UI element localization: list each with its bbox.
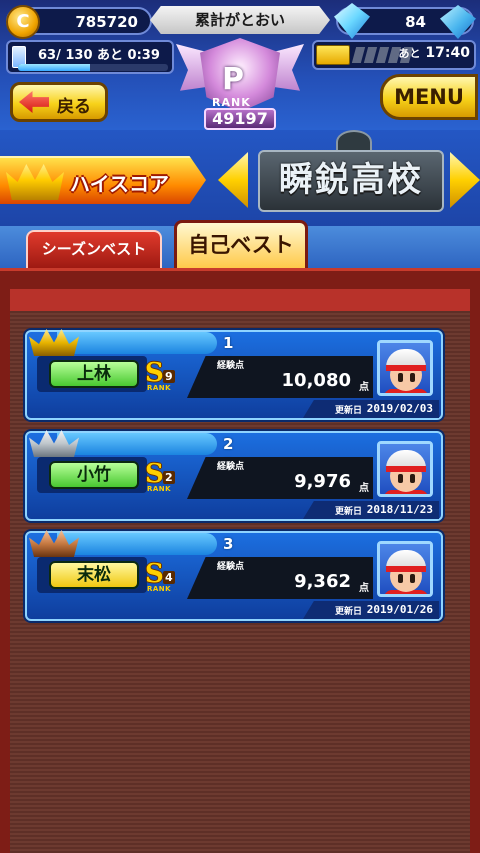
rank-sub-number: 4: [163, 571, 175, 584]
experience-value: 9,976: [294, 471, 351, 492]
updated-date: 2019/01/26: [366, 603, 433, 616]
ticket-timer-prefix: あと: [398, 47, 421, 60]
experience-box: 経験点 10,080 点: [187, 356, 373, 398]
player-name: 小竹: [49, 461, 139, 489]
crown-icon: [6, 164, 64, 200]
stamina-meter: 63/ 130 あと 0:39: [6, 40, 174, 74]
player-avatar: [377, 541, 433, 597]
avatar-cap-brim: [386, 466, 426, 472]
avatar-cap-brim: [386, 365, 426, 371]
gem-counter[interactable]: 84: [334, 3, 476, 39]
ticket-gauge-segment: [351, 47, 366, 63]
avatar-eye: [410, 373, 415, 382]
rank-s-icon: S: [145, 459, 164, 489]
rank-sub-number: 2: [163, 471, 175, 484]
player-name: 上林: [49, 360, 139, 388]
place-number: 2: [223, 435, 234, 453]
updated-label: 更新日: [335, 607, 363, 617]
back-button[interactable]: 戻る: [10, 82, 108, 122]
place-number: 3: [223, 535, 234, 553]
experience-value: 9,362: [294, 571, 351, 592]
rank-caption: RANK: [147, 485, 172, 493]
highscore-label: ハイスコア: [70, 172, 169, 196]
place-number: 1: [223, 334, 234, 352]
rank-caption: RANK: [147, 585, 172, 593]
rank-caption: RANK: [147, 384, 172, 392]
coin-counter[interactable]: C 785720: [6, 5, 152, 39]
player-avatar: [377, 340, 433, 396]
player-rank-emblem[interactable]: P RANK 49197: [176, 38, 304, 134]
diamond-shop-icon[interactable]: [440, 5, 476, 39]
updated-date-box: 更新日 2018/11/23: [303, 501, 439, 519]
ticket-icon: [316, 45, 350, 65]
avatar-eye: [398, 373, 403, 382]
experience-value: 10,080: [281, 370, 351, 391]
highscore-banner: ハイスコア: [0, 156, 206, 204]
stamina-bar-fill: [18, 64, 90, 71]
ticket-gauge-segment: [363, 47, 378, 63]
ranking-card[interactable]: 2位 小竹 S 2 RANK 経験点 9,976 点 更新日 2018/11/2…: [25, 430, 443, 521]
updated-date-box: 更新日 2019/01/26: [303, 601, 439, 619]
tab-season-best[interactable]: シーズンベスト: [26, 230, 162, 268]
experience-box: 経験点 9,976 点: [187, 457, 373, 499]
avatar-eye: [398, 574, 403, 583]
experience-box: 経験点 9,362 点: [187, 557, 373, 599]
updated-label: 更新日: [335, 507, 363, 517]
ranking-card[interactable]: 3位 末松 S 4 RANK 経験点 9,362 点 更新日 2019/01/2…: [25, 530, 443, 621]
avatar-eye: [410, 574, 415, 583]
prev-school-button[interactable]: [218, 152, 248, 208]
updated-date: 2018/11/23: [366, 503, 433, 516]
back-arrow-icon: [19, 91, 49, 113]
rank-letter: P: [222, 62, 244, 97]
ranking-card[interactable]: 1位 上林 S 9 RANK 経験点 10,080 点 更新日 2019/02/…: [25, 329, 443, 420]
updated-label: 更新日: [335, 406, 363, 416]
place-ribbon: 2位: [57, 433, 233, 470]
ticket-meter: あと 17:40: [312, 40, 476, 70]
place-ribbon: 1位: [57, 332, 233, 369]
gem-value: 84: [405, 13, 426, 31]
menu-button[interactable]: MENU: [380, 74, 478, 120]
stamina-text: 63/ 130 あと 0:39: [38, 48, 160, 63]
player-name: 末松: [49, 561, 139, 589]
school-name: 瞬鋭高校: [258, 150, 444, 212]
avatar-eye: [398, 474, 403, 483]
experience-unit: 点: [359, 583, 369, 594]
experience-unit: 点: [359, 483, 369, 494]
avatar-cap-brim: [386, 566, 426, 572]
tab-self-best[interactable]: 自己ベスト: [174, 220, 308, 268]
next-school-button[interactable]: [450, 152, 480, 208]
ticket-timer-value: 17:40: [425, 45, 470, 61]
player-rank-badge: S 2 RANK: [145, 461, 177, 495]
rank-sub-number: 9: [163, 370, 175, 383]
player-avatar: [377, 441, 433, 497]
player-rank-badge: S 9 RANK: [145, 360, 177, 394]
top-status-bar: C 785720 累計がとおい 84 63/ 130 あと 0:39 あと 17…: [0, 0, 480, 130]
experience-label: 経験点: [217, 462, 245, 472]
experience-label: 経験点: [217, 562, 245, 572]
rank-s-icon: S: [145, 559, 164, 589]
ticket-gauge-segment: [375, 47, 390, 63]
updated-date: 2019/02/03: [366, 402, 433, 415]
back-button-label: 戻る: [57, 97, 91, 117]
updated-date-box: 更新日 2019/02/03: [303, 400, 439, 418]
coin-icon: C: [6, 5, 40, 39]
ticket-timer: あと 17:40: [399, 45, 470, 61]
stamina-bar: [18, 64, 168, 71]
ranking-list-header: [10, 289, 470, 311]
rank-number: 49197: [204, 108, 276, 130]
coin-value: 785720: [75, 13, 138, 31]
category-strip: ハイスコア 瞬鋭高校: [0, 130, 480, 226]
experience-unit: 点: [359, 382, 369, 393]
avatar-eye: [410, 474, 415, 483]
player-title-banner: 累計がとおい: [150, 6, 330, 34]
experience-label: 経験点: [217, 361, 245, 371]
diamond-icon: [334, 3, 370, 39]
rank-s-icon: S: [145, 358, 164, 388]
player-rank-badge: S 4 RANK: [145, 561, 177, 595]
place-ribbon: 3位: [57, 533, 233, 570]
